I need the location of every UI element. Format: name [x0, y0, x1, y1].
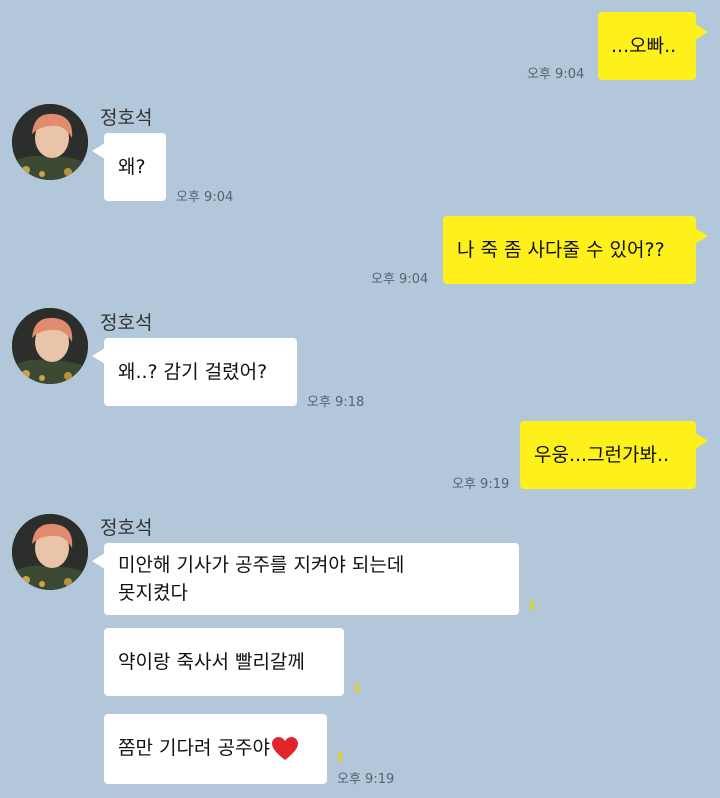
my-message-bubble[interactable]: 우웅...그런가봐..	[520, 421, 708, 489]
message-text: 나 죽 좀 사다줄 수 있어??	[457, 239, 665, 261]
contact-avatar[interactable]	[12, 104, 88, 180]
message-time: 오후 9:04	[176, 190, 234, 205]
message-text-line: 못지켰다	[118, 582, 188, 604]
message-time: 오후 9:04	[527, 67, 585, 82]
unread-count: 1	[336, 750, 345, 764]
contact-name: 정호석	[100, 107, 153, 129]
contact-name: 정호석	[100, 517, 153, 539]
their-message-bubble[interactable]: 쫌만 기다려 공주야	[104, 714, 327, 784]
unread-count: 1	[528, 598, 537, 612]
message-text: ...오빠..	[611, 35, 677, 57]
avatar-image	[12, 514, 88, 590]
contact-avatar[interactable]	[12, 514, 88, 590]
message-time: 오후 9:19	[452, 477, 510, 492]
their-message-bubble[interactable]: 왜?	[92, 133, 166, 201]
unread-count: 1	[353, 681, 362, 695]
message-text: 왜?	[118, 156, 146, 178]
avatar-image	[12, 308, 88, 384]
my-message-bubble[interactable]: 나 죽 좀 사다줄 수 있어??	[443, 216, 708, 284]
contact-avatar[interactable]	[12, 308, 88, 384]
contact-name: 정호석	[100, 312, 153, 334]
message-text: 약이랑 죽사서 빨리갈께	[118, 651, 305, 673]
message-time: 오후 9:04	[371, 272, 429, 287]
message-text: 왜..? 감기 걸렸어?	[118, 361, 268, 383]
message-time: 오후 9:19	[337, 772, 395, 787]
their-message-bubble[interactable]: 약이랑 죽사서 빨리갈께	[104, 628, 344, 696]
my-message-bubble[interactable]: ...오빠..	[598, 12, 708, 80]
their-message-bubble[interactable]: 미안해 기사가 공주를 지켜야 되는데 못지켰다	[92, 543, 519, 615]
avatar-image	[12, 104, 88, 180]
red-heart-icon	[271, 736, 298, 760]
their-message-bubble[interactable]: 왜..? 감기 걸렸어?	[92, 338, 297, 406]
message-text: 우웅...그런가봐..	[534, 444, 670, 466]
message-text: 쫌만 기다려 공주야	[118, 737, 270, 759]
message-text-line: 미안해 기사가 공주를 지켜야 되는데	[118, 554, 405, 576]
message-time: 오후 9:18	[307, 395, 365, 410]
